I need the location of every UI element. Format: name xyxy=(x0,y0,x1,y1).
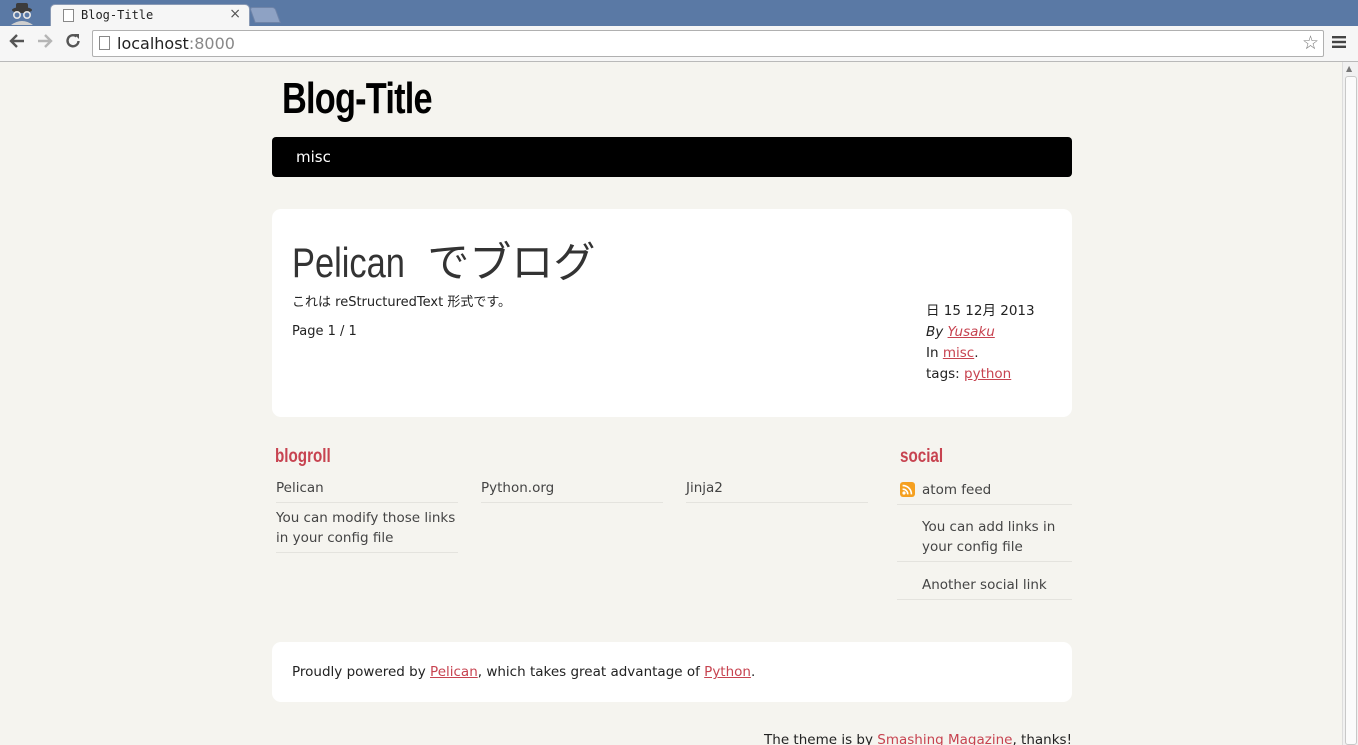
blogroll-link-python[interactable]: Python.org xyxy=(481,478,663,503)
url-text[interactable]: localhost:8000 xyxy=(117,34,235,53)
close-icon[interactable]: × xyxy=(229,6,241,22)
article-title[interactable]: Pelican でブログ xyxy=(292,229,595,290)
footer-text: Proudly powered by Pelican, which takes … xyxy=(292,664,756,680)
blogroll-heading: blogroll xyxy=(275,446,331,467)
article-meta: 日 15 12月 2013 By Yusaku In misc. tags: p… xyxy=(926,303,1035,382)
new-tab-button[interactable] xyxy=(249,7,281,23)
article-card: Pelican でブログ これは reStructuredText 形式です。 … xyxy=(272,209,1072,417)
blog-title[interactable]: Blog-Title xyxy=(282,74,433,124)
social-link-config[interactable]: You can add links in your config file xyxy=(897,517,1072,562)
tag-link[interactable]: python xyxy=(964,366,1011,382)
category-link[interactable]: misc xyxy=(943,345,974,361)
blogroll-link-jinja2[interactable]: Jinja2 xyxy=(686,478,868,503)
footer-python-link[interactable]: Python xyxy=(704,664,751,680)
tab-strip: Blog-Title × xyxy=(0,0,1358,26)
author-link[interactable]: Yusaku xyxy=(948,324,995,340)
reload-icon[interactable] xyxy=(64,32,82,56)
browser-tab[interactable]: Blog-Title × xyxy=(50,4,250,26)
pagination: Page 1 / 1 xyxy=(292,324,357,339)
address-bar[interactable]: localhost:8000 ☆ xyxy=(92,30,1324,57)
incognito-icon xyxy=(4,1,40,25)
scroll-thumb[interactable] xyxy=(1345,76,1357,745)
menu-icon[interactable] xyxy=(1332,34,1346,54)
post-date: 日 15 12月 2013 xyxy=(926,303,1035,319)
article-body: これは reStructuredText 形式です。 xyxy=(292,295,512,310)
social-link-atom[interactable]: atom feed xyxy=(897,480,1072,505)
social-heading: social xyxy=(900,446,944,467)
scroll-up-icon[interactable]: ▲ xyxy=(1346,64,1352,73)
blogroll-link-config[interactable]: You can modify those links in your confi… xyxy=(276,508,458,553)
page-content: Blog-Title misc Pelican でブログ これは reStruc… xyxy=(0,62,1342,745)
blogroll-link-pelican[interactable]: Pelican xyxy=(276,478,458,503)
tab-title: Blog-Title xyxy=(81,8,154,22)
nav-menu: misc xyxy=(272,137,1072,177)
back-arrow-icon[interactable] xyxy=(8,32,26,56)
footer-pelican-link[interactable]: Pelican xyxy=(430,664,478,680)
vertical-scrollbar[interactable]: ▲ xyxy=(1342,62,1358,745)
nav-item-misc[interactable]: misc xyxy=(296,148,331,166)
theme-credit: The theme is by Smashing Magazine, thank… xyxy=(764,732,1072,745)
page-icon xyxy=(63,9,74,22)
footer-card: Proudly powered by Pelican, which takes … xyxy=(272,642,1072,702)
page-icon xyxy=(99,36,110,50)
star-icon[interactable]: ☆ xyxy=(1302,32,1319,54)
social-link-another[interactable]: Another social link xyxy=(897,575,1072,600)
forward-arrow-icon[interactable] xyxy=(36,32,54,56)
browser-toolbar: localhost:8000 ☆ xyxy=(0,26,1358,62)
smashing-magazine-link[interactable]: Smashing Magazine xyxy=(877,732,1012,745)
